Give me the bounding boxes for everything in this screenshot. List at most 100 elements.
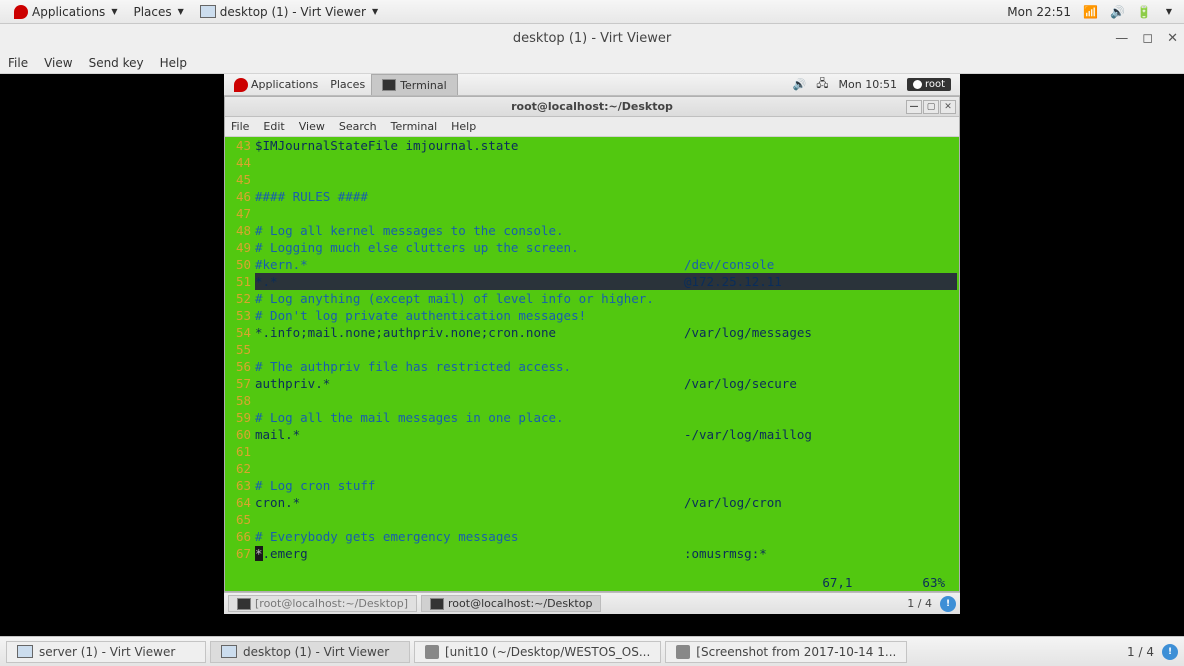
code-line: 61 [227,443,957,460]
vim-cursor: * [255,546,263,561]
line-number: 50 [227,256,255,273]
terminal-body[interactable]: 43$IMJournalStateFile imjournal.state444… [225,137,959,591]
code-line: 44 [227,154,957,171]
term-menu-edit[interactable]: Edit [263,120,284,133]
terminal-title: root@localhost:~/Desktop [511,100,673,113]
term-menu-help[interactable]: Help [451,120,476,133]
terminal-icon [382,79,396,91]
terminal-close-button[interactable]: ✕ [940,100,956,114]
code-content: # Logging much else clutters up the scre… [255,239,579,256]
code-content: # Everybody gets emergency messages [255,528,518,545]
menu-file[interactable]: File [8,56,28,70]
maximize-button[interactable]: ◻ [1142,31,1153,46]
term-menu-terminal[interactable]: Terminal [391,120,438,133]
minimize-button[interactable]: — [1115,31,1128,46]
code-line: 56# The authpriv file has restricted acc… [227,358,957,375]
scroll-percent: 63% [922,574,945,591]
taskbar-item[interactable]: [Screenshot from 2017-10-14 1... [665,641,907,663]
code-content: # Log anything (except mail) of level in… [255,290,654,307]
term-menu-view[interactable]: View [299,120,325,133]
guest-user-menu[interactable]: root [902,78,956,91]
guest-applications-menu[interactable]: Applications [228,74,324,95]
taskbar-item[interactable]: server (1) - Virt Viewer [6,641,206,663]
virt-viewer-icon [17,645,33,658]
guest-active-app[interactable]: Terminal [371,74,458,95]
code-line: 48# Log all kernel messages to the conso… [227,222,957,239]
applications-menu[interactable]: Applications ▼ [6,0,125,23]
term-menu-search[interactable]: Search [339,120,377,133]
terminal-maximize-button[interactable]: ▢ [923,100,939,114]
distro-logo-icon [14,5,28,19]
line-number: 53 [227,307,255,324]
line-number: 63 [227,477,255,494]
code-line: 57authpriv.* /var/log/secure [227,375,957,392]
term-menu-file[interactable]: File [231,120,249,133]
places-menu[interactable]: Places ▼ [125,0,191,23]
applications-label: Applications [32,5,105,19]
line-number: 43 [227,137,255,154]
close-button[interactable]: ✕ [1167,31,1178,46]
code-line: 62 [227,460,957,477]
virt-viewer-icon [200,5,216,18]
chevron-down-icon: ▼ [178,7,184,16]
workspace-indicator[interactable]: 1 / 4 [907,597,932,610]
code-line: 67*.emerg :omusrmsg:* [227,545,957,562]
workspace-indicator[interactable]: 1 / 4 [1127,645,1154,659]
host-bottom-panel: server (1) - Virt Viewer desktop (1) - V… [0,636,1184,666]
active-app-menu[interactable]: desktop (1) - Virt Viewer ▼ [192,0,386,23]
guest-places-menu[interactable]: Places [324,74,371,95]
guest-bottom-panel: [root@localhost:~/Desktop] root@localhos… [224,592,960,614]
menu-view[interactable]: View [44,56,72,70]
line-number: 54 [227,324,255,341]
virt-viewer-window: desktop (1) - Virt Viewer — ◻ ✕ File Vie… [0,24,1184,636]
vim-status-line: 67,1 63% [225,574,959,591]
virt-viewer-icon [221,645,237,658]
code-content: cron.* /var/log/cron [255,494,782,511]
code-content: *.emerg :omusrmsg:* [255,545,767,562]
notification-badge[interactable]: ! [1162,644,1178,660]
viewer-content[interactable]: Applications Places Terminal 🔊 🖧 Mon 10:… [0,74,1184,636]
volume-icon[interactable]: 🔊 [1104,5,1131,19]
clock[interactable]: Mon 22:51 [1001,5,1077,19]
distro-logo-icon [234,78,248,92]
battery-icon[interactable]: 🔋 [1131,5,1158,19]
terminal-icon [430,598,444,610]
code-line: 66# Everybody gets emergency messages [227,528,957,545]
menu-help[interactable]: Help [160,56,187,70]
host-top-panel: Applications ▼ Places ▼ desktop (1) - Vi… [0,0,1184,24]
places-label: Places [133,5,171,19]
line-number: 44 [227,154,255,171]
terminal-minimize-button[interactable]: — [906,100,922,114]
guest-volume-icon[interactable]: 🔊 [788,78,812,91]
code-content: # Log all the mail messages in one place… [255,409,564,426]
line-number: 59 [227,409,255,426]
code-content: # The authpriv file has restricted acces… [255,358,571,375]
code-content: *.info;mail.none;authpriv.none;cron.none… [255,324,812,341]
code-content: *.* @172.25.12.11 [255,273,782,290]
taskbar-item[interactable]: [unit10 (~/Desktop/WESTOS_OS... [414,641,661,663]
line-number: 52 [227,290,255,307]
taskbar-item[interactable]: [root@localhost:~/Desktop] [228,595,417,612]
viewer-menu-bar: File View Send key Help [0,52,1184,74]
menu-send-key[interactable]: Send key [89,56,144,70]
line-number: 67 [227,545,255,562]
line-number: 65 [227,511,255,528]
terminal-window: root@localhost:~/Desktop — ▢ ✕ File Edit… [224,96,960,592]
line-number: 62 [227,460,255,477]
taskbar-item-active[interactable]: desktop (1) - Virt Viewer [210,641,410,663]
system-menu[interactable]: ▼ [1158,7,1178,16]
code-line: 43$IMJournalStateFile imjournal.state [227,137,957,154]
guest-desktop: Applications Places Terminal 🔊 🖧 Mon 10:… [224,74,960,614]
code-line: 52# Log anything (except mail) of level … [227,290,957,307]
taskbar-item-active[interactable]: root@localhost:~/Desktop [421,595,601,612]
line-number: 51 [227,273,255,290]
terminal-menu-bar: File Edit View Search Terminal Help [225,117,959,137]
notification-badge[interactable]: ! [940,596,956,612]
guest-clock[interactable]: Mon 10:51 [834,78,902,91]
guest-network-icon[interactable]: 🖧 [811,75,833,94]
window-title: desktop (1) - Virt Viewer [513,31,671,46]
line-number: 57 [227,375,255,392]
line-number: 47 [227,205,255,222]
network-icon[interactable]: 📶 [1077,5,1104,19]
code-content: mail.* -/var/log/maillog [255,426,812,443]
